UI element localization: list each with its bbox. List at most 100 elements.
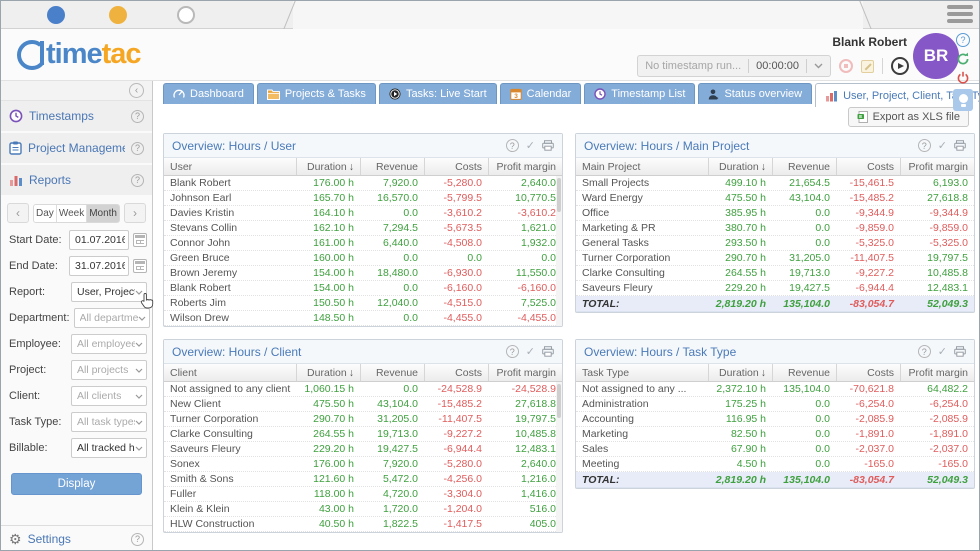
table-total-row: TOTAL:2,819.20 h135,104.0-83,054.752,049…	[576, 472, 974, 488]
browser-tab-shape	[293, 1, 863, 29]
sidebar-item-settings[interactable]: ⚙ Settings ?	[1, 525, 152, 551]
checkmark-icon[interactable]: ✓	[526, 139, 535, 152]
billable-select[interactable]: All tracked hours	[71, 438, 147, 458]
bar-chart-icon	[825, 90, 838, 102]
column-header[interactable]: User	[164, 161, 296, 173]
row-value: -5,799.5	[424, 192, 488, 204]
help-icon[interactable]: ?	[918, 345, 931, 358]
toolbar: E Export as XLS file	[153, 105, 980, 131]
window-control-icon[interactable]	[109, 6, 127, 24]
display-button[interactable]: Display	[11, 473, 142, 495]
chevron-down-icon[interactable]	[814, 63, 823, 69]
column-header-duration[interactable]: Duration↓	[708, 158, 772, 175]
help-icon[interactable]: ?	[956, 33, 970, 47]
start-date-input[interactable]: 01.07.2016	[69, 230, 129, 250]
print-icon[interactable]	[954, 346, 966, 357]
row-label: Marketing	[576, 428, 708, 440]
period-day-button[interactable]: Day	[34, 205, 56, 222]
stop-timestamp-icon[interactable]	[839, 59, 853, 73]
row-label: Small Projects	[576, 177, 708, 189]
help-icon[interactable]: ?	[918, 139, 931, 152]
previous-period-icon[interactable]: ‹	[7, 203, 29, 223]
window-titlebar	[1, 1, 980, 29]
tab-calendar[interactable]: 3 Calendar	[500, 83, 582, 104]
next-period-icon[interactable]: ›	[124, 203, 146, 223]
refresh-icon[interactable]	[956, 51, 971, 66]
department-select[interactable]: All departments	[74, 308, 150, 328]
collapse-sidebar-icon[interactable]: ‹	[129, 83, 144, 98]
help-icon[interactable]: ?	[506, 345, 519, 358]
sidebar-item-timestamps[interactable]: Timestamps ?	[1, 101, 152, 131]
column-header[interactable]: Revenue	[360, 364, 424, 381]
column-header[interactable]: Profit margin	[900, 364, 974, 381]
column-header[interactable]: Profit margin	[488, 158, 562, 175]
start-timestamp-icon[interactable]	[891, 57, 909, 75]
window-control-icon[interactable]	[47, 6, 65, 24]
row-value: 499.10 h	[708, 177, 772, 189]
export-xls-button[interactable]: E Export as XLS file	[848, 107, 969, 127]
hamburger-menu-icon[interactable]	[947, 5, 973, 23]
help-icon[interactable]: ?	[131, 174, 144, 187]
row-value: 43,104.0	[772, 192, 836, 204]
timestamp-widget[interactable]: No timestamp run... 00:00:00	[637, 55, 831, 77]
row-value: -2,085.9	[836, 413, 900, 425]
column-header[interactable]: Costs	[424, 158, 488, 175]
filter-client: Client: All clients	[1, 383, 152, 409]
tab-projects-tasks[interactable]: Projects & Tasks	[257, 83, 376, 104]
checkmark-icon[interactable]: ✓	[938, 139, 947, 152]
column-header-duration[interactable]: Duration↓	[708, 364, 772, 381]
window-control-icon[interactable]	[177, 6, 195, 24]
power-icon[interactable]	[956, 70, 971, 85]
tab-timestamp-list[interactable]: Timestamp List	[584, 83, 695, 104]
column-header[interactable]: Task Type	[576, 367, 708, 379]
row-value: 0.0	[772, 428, 836, 440]
project-select[interactable]: All projects	[71, 360, 147, 380]
column-header[interactable]: Revenue	[360, 158, 424, 175]
calendar-icon[interactable]	[133, 259, 147, 273]
print-icon[interactable]	[542, 140, 554, 151]
sidebar-item-reports[interactable]: Reports ?	[1, 165, 152, 195]
checkmark-icon[interactable]: ✓	[526, 345, 535, 358]
checkmark-icon[interactable]: ✓	[938, 345, 947, 358]
client-select[interactable]: All clients	[71, 386, 147, 406]
lightbulb-icon[interactable]	[953, 89, 973, 111]
task-type-select[interactable]: All task types	[71, 412, 147, 432]
tab-dashboard[interactable]: Dashboard	[163, 83, 254, 104]
column-header[interactable]: Profit margin	[488, 364, 562, 381]
column-header-duration[interactable]: Duration↓	[296, 158, 360, 175]
tab-status-overview[interactable]: Status overview	[698, 83, 812, 104]
help-icon[interactable]: ?	[131, 142, 144, 155]
help-icon[interactable]: ?	[506, 139, 519, 152]
calendar-icon[interactable]	[133, 233, 147, 247]
end-date-input[interactable]: 31.07.2016	[69, 256, 129, 276]
tab-tasks-live-start[interactable]: Tasks: Live Start	[379, 83, 497, 104]
scrollbar[interactable]	[556, 176, 562, 326]
scrollbar[interactable]	[556, 382, 562, 532]
help-icon[interactable]: ?	[131, 533, 144, 546]
column-header[interactable]: Revenue	[772, 364, 836, 381]
print-icon[interactable]	[954, 140, 966, 151]
report-select[interactable]: User, Project, Client, Task Type	[71, 282, 147, 302]
period-week-button[interactable]: Week	[56, 205, 86, 222]
column-header[interactable]: Profit margin	[900, 158, 974, 175]
row-value: 6,193.0	[900, 177, 974, 189]
row-value: -1,417.5	[424, 518, 488, 530]
column-header[interactable]: Costs	[424, 364, 488, 381]
row-value: 380.70 h	[708, 222, 772, 234]
row-label: Stevans Collin	[164, 222, 296, 234]
chevron-down-icon	[135, 394, 143, 399]
row-value: 43.00 h	[296, 503, 360, 515]
help-icon[interactable]: ?	[131, 110, 144, 123]
column-header[interactable]: Costs	[836, 364, 900, 381]
column-header[interactable]: Main Project	[576, 161, 708, 173]
sidebar-item-project-management[interactable]: Project Management ?	[1, 133, 152, 163]
employee-select[interactable]: All employees	[71, 334, 147, 354]
column-header[interactable]: Costs	[836, 158, 900, 175]
print-icon[interactable]	[542, 346, 554, 357]
column-header-duration[interactable]: Duration↓	[296, 364, 360, 381]
period-month-button[interactable]: Month	[86, 205, 119, 222]
column-header[interactable]: Revenue	[772, 158, 836, 175]
column-header[interactable]: Client	[164, 367, 296, 379]
edit-note-icon[interactable]	[861, 60, 874, 73]
row-label: Meeting	[576, 458, 708, 470]
